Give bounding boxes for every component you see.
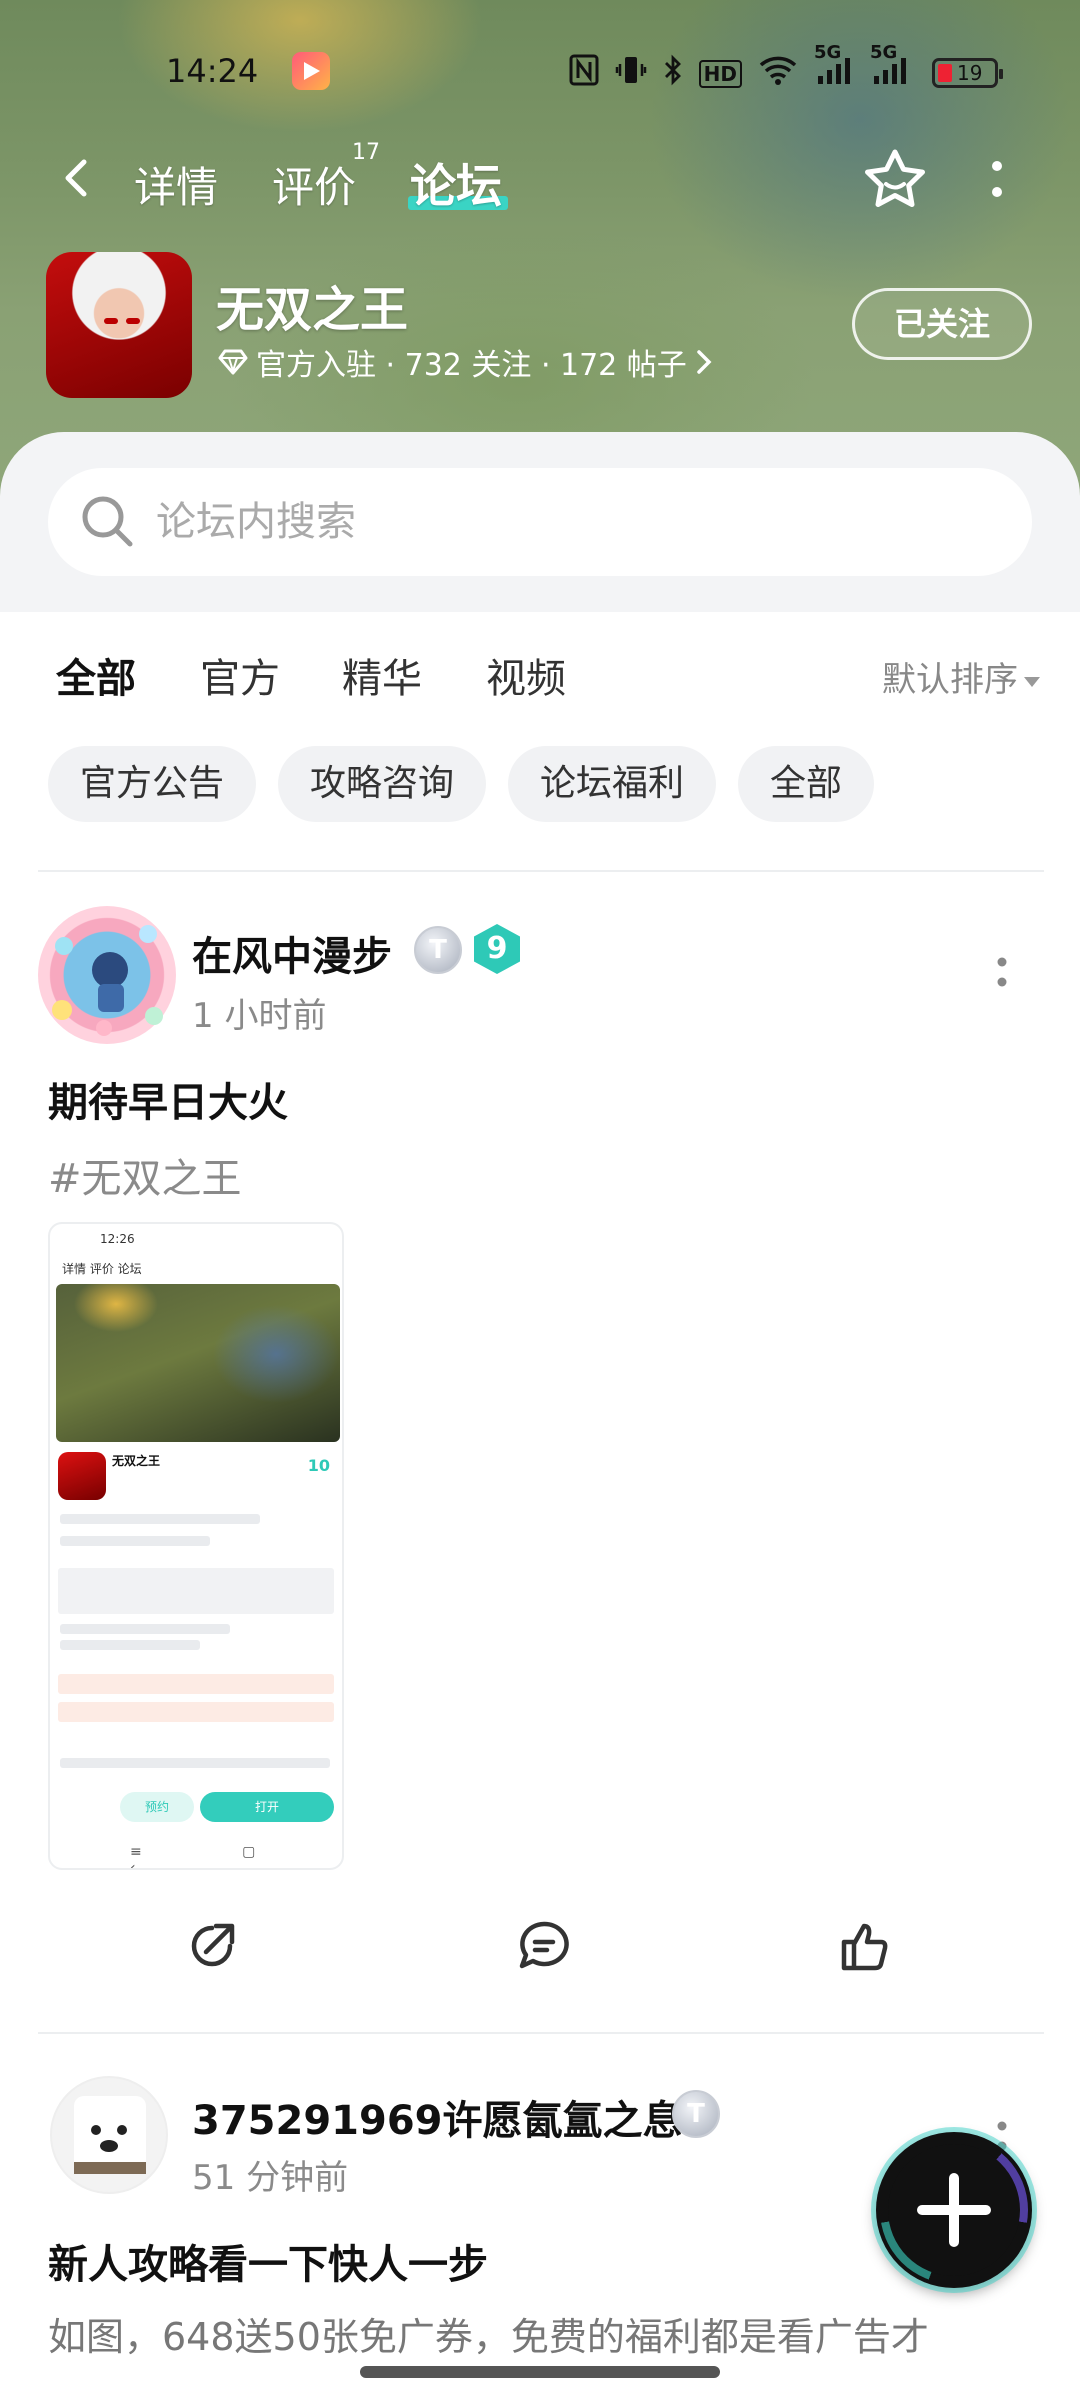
signal-5g-icon: 5G: [814, 42, 854, 93]
category-tabs: 全部 官方 精华 视频 默认排序: [0, 646, 1080, 706]
thumb-game-icon: [58, 1452, 106, 1500]
thumb-notice-line: [58, 1674, 334, 1694]
post-actions: [0, 1904, 1080, 1994]
post-more-icon[interactable]: [992, 948, 1012, 998]
post-image[interactable]: 12:26 详情 评价 论坛 无双之王 10 预约 打开 ≡ ▢ ‹: [48, 1222, 344, 1870]
game-icon-eye: [126, 318, 140, 324]
home-indicator[interactable]: [360, 2366, 720, 2378]
thumb-text-line: [60, 1624, 230, 1634]
favorite-star-icon[interactable]: [862, 146, 928, 212]
battery-icon: 19: [932, 58, 1003, 88]
create-post-button[interactable]: [876, 2132, 1032, 2288]
post-title: 新人攻略看一下快人一步: [48, 2242, 488, 2288]
post-body: 如图，648送50张免广券，免费的福利都是看广告才: [48, 2315, 929, 2359]
thumb-nav-bar: ≡ ▢ ‹: [130, 1844, 304, 1870]
system-icons: HD 5G 5G: [569, 42, 910, 93]
chip-all[interactable]: 全部: [738, 746, 875, 822]
game-title: 无双之王: [216, 282, 409, 338]
category-tab-all[interactable]: 全部: [56, 646, 136, 704]
search-panel: [0, 432, 1080, 612]
avatar-frame-flowers-icon: [52, 925, 163, 1036]
like-thumb-icon[interactable]: [836, 1916, 896, 1976]
forum-search-input[interactable]: [156, 488, 976, 556]
thumb-text-line: [60, 1640, 200, 1650]
status-bar: 14:24 HD 5G 5G 19: [0, 42, 1080, 98]
divider: [38, 870, 1044, 872]
sort-dropdown[interactable]: 默认排序: [882, 652, 1040, 701]
thumb-tabs: 详情 评价 论坛: [62, 1262, 142, 1276]
avatar-dog-icon: [74, 2096, 146, 2174]
net2-label: 5G: [870, 42, 898, 63]
search-box[interactable]: [48, 468, 1032, 576]
thumb-text-line: [60, 1758, 330, 1768]
tab-detail[interactable]: 详情: [134, 154, 218, 215]
tab-forum[interactable]: 论坛: [410, 150, 502, 216]
thumb-score: 10: [307, 1456, 330, 1475]
user-avatar[interactable]: [50, 2076, 168, 2194]
post-title: 期待早日大火: [48, 1080, 288, 1126]
game-meta-link[interactable]: 官方入驻 · 732 关注 · 172 帖子: [218, 340, 713, 384]
category-tab-video[interactable]: 视频: [486, 646, 566, 704]
signal-5g-icon-2: 5G: [870, 42, 910, 93]
thumb-notice-line: [58, 1702, 334, 1722]
post-time: 51 分钟前: [192, 2158, 349, 2198]
wifi-icon: [758, 54, 798, 93]
chip-guide-questions[interactable]: 攻略咨询: [278, 746, 487, 822]
back-arrow-icon[interactable]: [58, 158, 98, 198]
post-topic-tag[interactable]: #无双之王: [48, 1146, 242, 1204]
thumb-game-name: 无双之王: [112, 1454, 161, 1468]
bluetooth-icon: [663, 54, 683, 93]
search-icon: [82, 496, 133, 547]
game-meta-text: 官方入驻 · 732 关注 · 172 帖子: [256, 348, 687, 383]
video-app-icon: [292, 52, 330, 90]
comment-icon[interactable]: [514, 1916, 574, 1976]
title-badge-icon: T: [414, 926, 462, 974]
top-nav: 详情 评价 17 论坛: [0, 140, 1080, 220]
user-avatar[interactable]: [38, 906, 176, 1044]
nfc-icon: [569, 54, 599, 93]
game-icon[interactable]: [46, 252, 192, 398]
category-tab-featured[interactable]: 精华: [342, 646, 422, 704]
thumb-text-line: [60, 1514, 260, 1524]
post-author[interactable]: 在风中漫步: [192, 924, 392, 982]
category-tab-official[interactable]: 官方: [200, 646, 280, 704]
status-time: 14:24: [166, 52, 259, 90]
title-badge-icon: T: [672, 2090, 720, 2138]
share-icon[interactable]: [182, 1916, 242, 1976]
post-author[interactable]: 375291969许愿氤氲之息: [192, 2088, 683, 2146]
follow-button[interactable]: 已关注: [852, 288, 1032, 360]
level-badge: 9: [474, 924, 520, 974]
diamond-icon: [218, 349, 248, 375]
post-time: 1 小时前: [192, 996, 327, 1036]
chip-forum-welfare[interactable]: 论坛福利: [508, 746, 717, 822]
more-options-icon[interactable]: [982, 156, 1012, 206]
thumb-reserve-button: 预约: [120, 1792, 194, 1822]
review-count: 17: [352, 140, 380, 165]
filter-chips: 官方公告 攻略咨询 论坛福利 全部: [48, 746, 875, 822]
plus-icon: [917, 2173, 991, 2247]
thumb-banner-image: [56, 1284, 340, 1442]
divider: [38, 2032, 1044, 2034]
net1-label: 5G: [814, 42, 842, 63]
vibrate-icon: [615, 54, 647, 93]
thumb-text-line: [60, 1536, 210, 1546]
thumb-info-block: [58, 1568, 334, 1614]
game-icon-eye: [104, 318, 118, 324]
chevron-right-icon: [697, 350, 712, 374]
thumb-status-time: 12:26: [100, 1232, 135, 1246]
caret-down-icon: [1024, 676, 1040, 687]
chip-official-notice[interactable]: 官方公告: [48, 746, 257, 822]
sort-label: 默认排序: [882, 660, 1018, 700]
hd-icon: HD: [698, 59, 742, 88]
thumb-open-button: 打开: [200, 1792, 334, 1822]
tab-review[interactable]: 评价: [272, 154, 356, 215]
